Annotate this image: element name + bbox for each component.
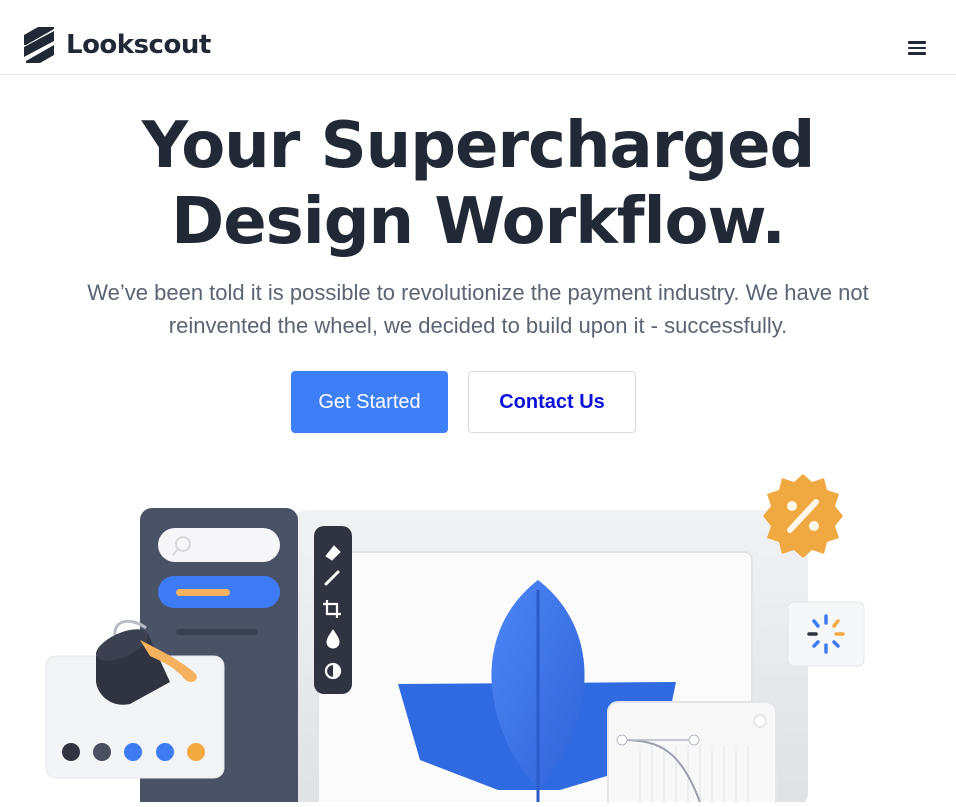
hero-title-line-2: Design Workflow. [171,185,786,259]
contact-us-button[interactable]: Contact Us [468,371,636,433]
get-started-button[interactable]: Get Started [291,371,448,433]
hamburger-menu-icon[interactable] [907,40,927,56]
curve-editor-card [607,701,777,807]
brand-name: Lookscout [66,30,211,60]
hero-subtitle-line-1: We’ve been told it is possible to revolu… [87,280,869,305]
hero-illustration [0,460,956,807]
hero-subtitle: We’ve been told it is possible to revolu… [40,276,916,342]
site-header: Lookscout [0,0,956,75]
loading-spinner-icon [787,601,865,667]
brand-logo[interactable]: Lookscout [24,27,211,63]
hero-subtitle-line-2: reinvented the wheel, we decided to buil… [168,313,788,338]
stacked-stripes-logo-icon [24,27,54,63]
hero-title: Your Supercharged Design Workflow. [0,108,956,260]
tool-bar [314,526,352,694]
hero-title-line-1: Your Supercharged [141,109,816,183]
design-tools-illustration [45,474,865,807]
